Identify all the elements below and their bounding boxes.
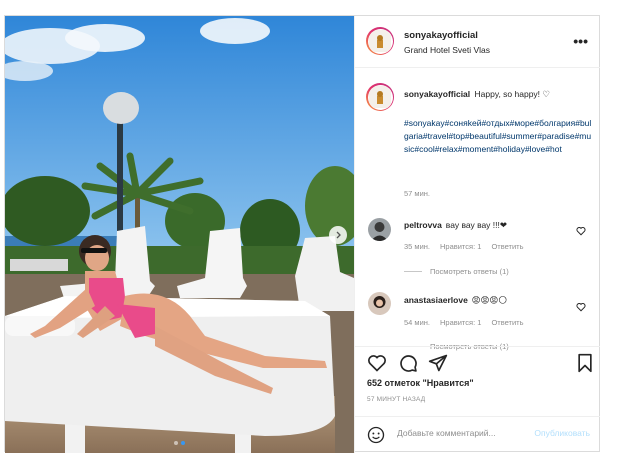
comment-like-button[interactable]: [576, 299, 586, 317]
post-header: sonyakayofficial Grand Hotel Sveti Vlas …: [355, 16, 600, 68]
comment-text: peltrovva вау вау вау !!!❤: [404, 220, 507, 231]
carousel-dot: [174, 441, 178, 445]
caption-hashtags[interactable]: #sonyakay#соняkей#отдых#море#болгария#bu…: [404, 117, 594, 157]
smile-icon: [367, 426, 385, 444]
username-link[interactable]: sonyakayofficial: [404, 30, 478, 41]
avatar[interactable]: [366, 27, 394, 55]
instagram-post-card: sonyakayofficial Grand Hotel Sveti Vlas …: [4, 15, 600, 453]
avatar-image: [369, 30, 391, 52]
comment-icon: [400, 355, 417, 372]
likes-count[interactable]: 652 отметок "Нравится": [367, 378, 474, 388]
comment-avatar[interactable]: [368, 218, 391, 241]
caption-avatar[interactable]: [366, 83, 394, 111]
photo-illustration: [5, 16, 354, 453]
comment-body: вау вау вау !!!❤: [445, 220, 507, 230]
location-link[interactable]: Grand Hotel Sveti Vlas: [404, 45, 490, 55]
comment-meta: 54 мин. Нравится: 1 Ответить: [404, 318, 524, 327]
add-comment-input[interactable]: [397, 428, 537, 438]
post-side-panel: sonyakayofficial Grand Hotel Sveti Vlas …: [354, 16, 600, 453]
comment-username[interactable]: anastasiaerlove: [404, 295, 468, 305]
caption-body: Happy, so happy! ♡: [474, 89, 551, 99]
comment-body: 😡😡😡🌕: [471, 295, 508, 305]
reply-button[interactable]: Ответить: [491, 242, 523, 251]
save-button[interactable]: [575, 353, 595, 373]
comment-like-button[interactable]: [576, 223, 586, 241]
comment-button[interactable]: [398, 353, 418, 373]
carousel-dot-active: [181, 441, 185, 445]
carousel-dots: [174, 441, 185, 445]
share-button[interactable]: [428, 353, 448, 373]
reply-button[interactable]: Ответить: [491, 318, 523, 327]
caption-username[interactable]: sonyakayofficial: [404, 89, 470, 99]
heart-icon: [576, 226, 586, 236]
post-actions: [355, 346, 600, 376]
chevron-right-icon: [336, 231, 341, 239]
like-button[interactable]: [367, 353, 387, 373]
view-replies-button[interactable]: Посмотреть ответы (1): [404, 267, 509, 276]
avatar-image: [369, 86, 391, 108]
comment-username[interactable]: peltrovva: [404, 220, 442, 230]
avatar-image: [368, 292, 391, 315]
post-time: 57 МИНУТ НАЗАД: [367, 396, 426, 403]
emoji-button[interactable]: [367, 426, 385, 444]
comment-time: 35 мин.: [404, 242, 430, 251]
replies-divider: [404, 271, 422, 272]
heart-icon: [368, 355, 386, 372]
comment-likes[interactable]: Нравится: 1: [440, 318, 481, 327]
comment-avatar[interactable]: [368, 292, 391, 315]
paper-plane-icon: [428, 354, 448, 372]
view-replies-label: Посмотреть ответы (1): [430, 267, 509, 276]
caption-time: 57 мин.: [404, 189, 430, 198]
comment-likes[interactable]: Нравится: 1: [440, 242, 481, 251]
bookmark-icon: [578, 353, 592, 373]
post-photo[interactable]: [5, 16, 354, 453]
add-comment-bar: Опубликовать: [355, 416, 600, 453]
caption-text: sonyakayofficial Happy, so happy! ♡: [404, 88, 592, 101]
comment-text: anastasiaerlove 😡😡😡🌕: [404, 295, 507, 306]
comment-meta: 35 мин. Нравится: 1 Ответить: [404, 242, 524, 251]
heart-icon: [576, 302, 586, 312]
publish-button[interactable]: Опубликовать: [534, 428, 590, 438]
more-horizontal-icon[interactable]: •••: [573, 33, 588, 49]
avatar-image: [368, 218, 391, 241]
next-photo-button[interactable]: [329, 226, 347, 244]
comment-time: 54 мин.: [404, 318, 430, 327]
